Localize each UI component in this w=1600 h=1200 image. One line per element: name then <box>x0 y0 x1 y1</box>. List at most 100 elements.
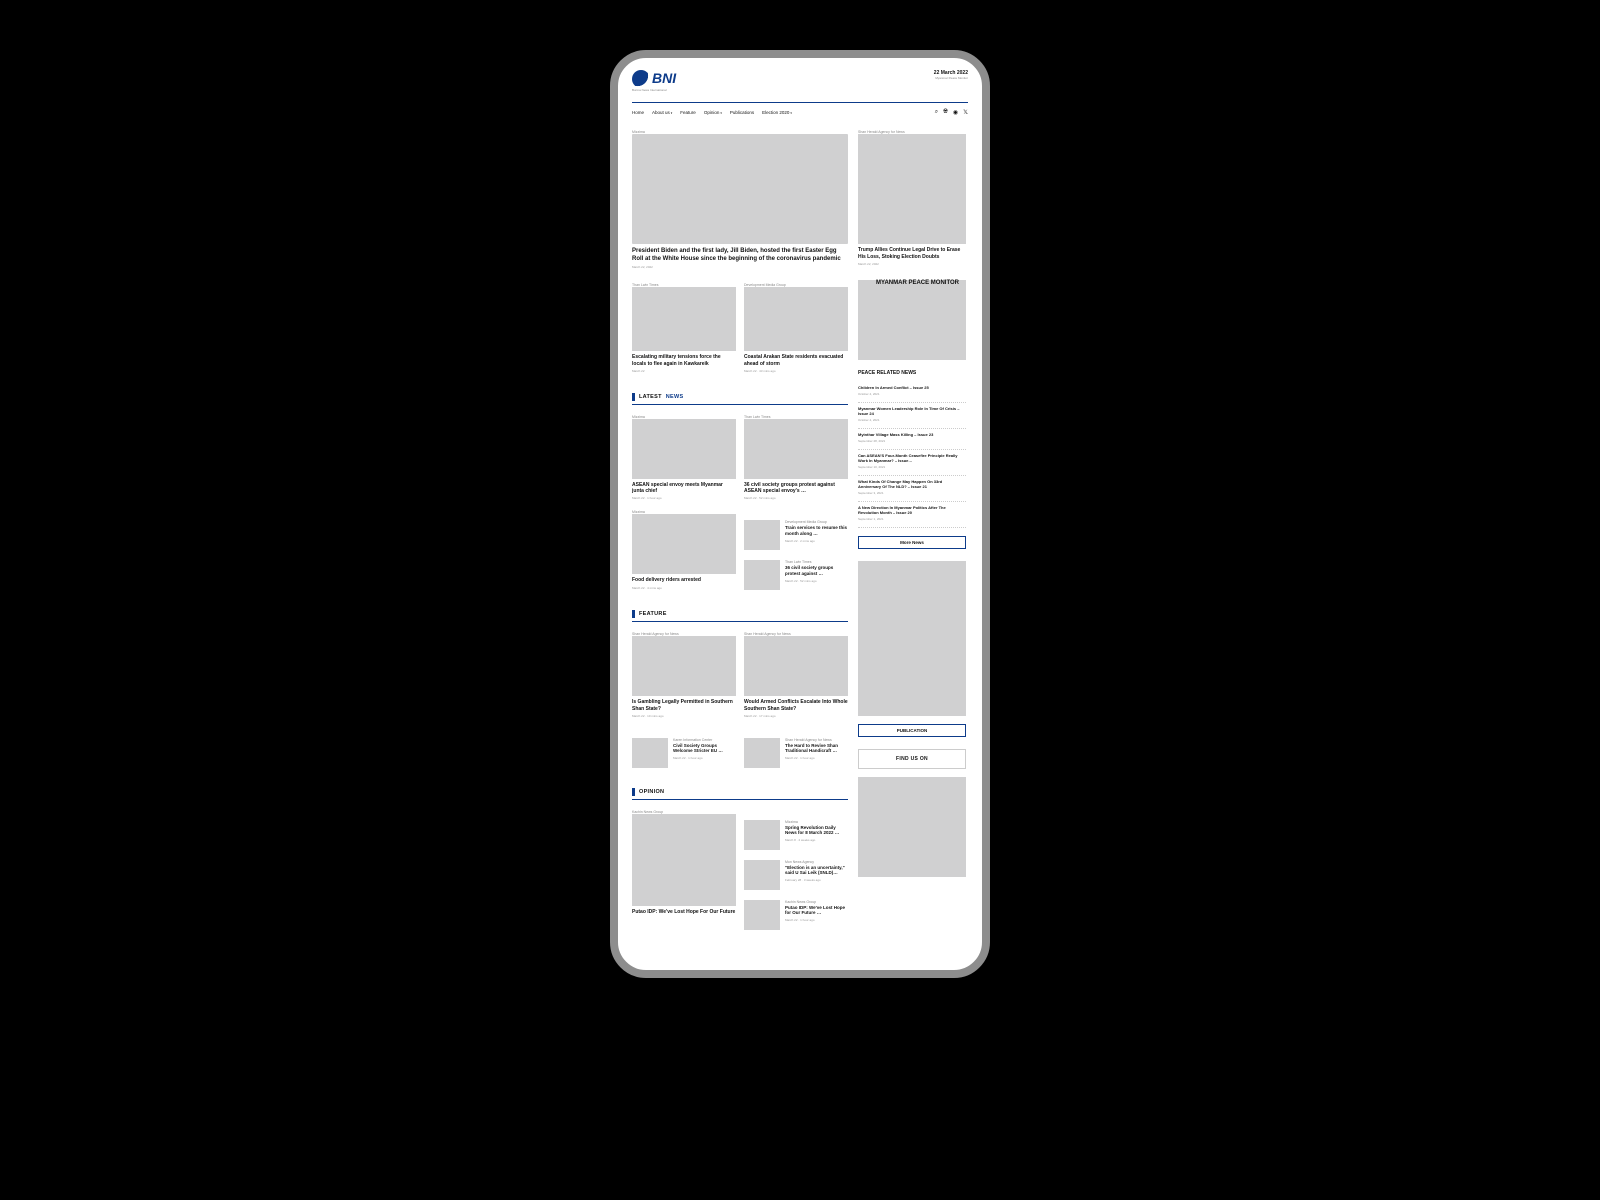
twitter-icon[interactable]: 𝕏 <box>963 109 968 116</box>
opinion-hero[interactable]: Kachin News Group Putao IDP: We've Lost … <box>632 810 736 930</box>
article-title[interactable]: Spring Revolution Daily News for 8 March… <box>785 825 848 836</box>
article-title[interactable]: Civil Society Groups Welcome Stricter EU… <box>673 743 736 754</box>
section-rule <box>632 404 848 405</box>
list-item[interactable]: Children In Armed Conflict – Issue 25Oct… <box>858 382 966 403</box>
article-image <box>632 514 736 574</box>
nav-opinion[interactable]: Opinion▾ <box>704 110 722 115</box>
nav-icons: ⌕ 🌐︎ ◉ 𝕏 <box>935 109 968 116</box>
article-title[interactable]: ASEAN special envoy meets Myanmar junta … <box>632 482 736 495</box>
article-title[interactable]: Would Armed Conflicts Escalate Into Whol… <box>744 699 848 712</box>
article-source: Than Lwin Times <box>785 560 848 564</box>
list-item[interactable]: Development Media Group Train services t… <box>744 520 848 550</box>
article-title[interactable]: "Election is an uncertainty," said U Sai… <box>785 865 848 876</box>
sidebar-monitor-banner[interactable]: MYANMAR PEACE MONITOR <box>858 280 966 360</box>
list-item[interactable]: Myanmar Women Leadership Role In Time Of… <box>858 403 966 429</box>
article-card[interactable]: Shan Herald Agency for News Is Gambling … <box>632 632 736 718</box>
article-meta: March 22 · 52 mins ago <box>785 579 848 583</box>
article-title[interactable]: The Hard to Revive Shan Traditional Hand… <box>785 743 848 754</box>
search-icon[interactable]: ⌕ <box>935 109 938 116</box>
article-title[interactable]: Train services to resume this month alon… <box>785 525 848 536</box>
list-item[interactable]: A New Direction In Myanmar Politics Afte… <box>858 502 966 528</box>
article-title[interactable]: 36 civil society groups protest against … <box>785 565 848 576</box>
date-sub: Myanmar Peace Monitor <box>934 76 968 80</box>
latest-row-2: Mizzima Food delivery riders arrested Ma… <box>632 510 848 590</box>
list-item[interactable]: Shan Herald Agency for News The Hard to … <box>744 728 848 768</box>
date-block: 22 March 2022 Myanmar Peace Monitor <box>934 70 968 80</box>
nav-about[interactable]: About us▾ <box>652 110 672 115</box>
article-title[interactable]: Is Gambling Legally Permitted in Souther… <box>632 699 736 712</box>
article-meta: March 22 · 1 hour ago <box>785 756 848 760</box>
chevron-down-icon: ▾ <box>790 111 792 115</box>
list-item[interactable]: Myinthar Village Mass Killing – Issue 23… <box>858 429 966 450</box>
article-title[interactable]: President Biden and the first lady, Jill… <box>632 248 848 263</box>
thumb <box>744 860 780 890</box>
article-image <box>744 287 848 351</box>
hero-big[interactable]: Mizzima President Biden and the first la… <box>632 130 848 269</box>
find-us-on: FIND US ON <box>858 749 966 769</box>
list-item[interactable]: Can ASEAN'S Four-Month Ceasefire Princip… <box>858 450 966 476</box>
list-item[interactable]: What Kinds Of Change May Happen On 33rd … <box>858 476 966 502</box>
facebook-icon[interactable]: ◉ <box>953 109 958 116</box>
peace-news-list: Children In Armed Conflict – Issue 25Oct… <box>858 382 966 528</box>
main-column: Mizzima President Biden and the first la… <box>632 130 848 930</box>
nav-feature[interactable]: Feature <box>680 110 696 115</box>
thumb <box>744 738 780 768</box>
article-card[interactable]: Development Media Group Coastal Arakan S… <box>744 283 848 373</box>
article-title[interactable]: 36 civil society groups protest against … <box>744 482 848 495</box>
logo[interactable]: BNI <box>632 70 676 86</box>
nav-publications[interactable]: Publications <box>730 110 754 115</box>
chevron-down-icon: ▾ <box>720 111 722 115</box>
article-meta: February 28 · 3 weeks ago <box>785 878 848 882</box>
article-card[interactable]: Than Lwin Times 36 civil society groups … <box>744 415 848 501</box>
nav-election[interactable]: Election 2020▾ <box>762 110 792 115</box>
article-card[interactable]: Than Lwin Times Escalating military tens… <box>632 283 736 373</box>
list-item[interactable]: Kachin News Group Putao IDP: We've Lost … <box>744 900 848 930</box>
nav: Home About us▾ Feature Opinion▾ Publicat… <box>632 109 968 116</box>
sidebar-hero-image[interactable] <box>858 134 966 244</box>
article-card[interactable]: Mizzima Food delivery riders arrested Ma… <box>632 510 736 590</box>
article-image <box>632 287 736 351</box>
monitor-title: MYANMAR PEACE MONITOR <box>858 280 966 288</box>
article-image <box>744 419 848 479</box>
nav-links: Home About us▾ Feature Opinion▾ Publicat… <box>632 110 792 115</box>
article-card[interactable]: Shan Herald Agency for News Would Armed … <box>744 632 848 718</box>
header: BNI Burma News International 22 March 20… <box>632 70 968 92</box>
section-latest-head: LATEST NEWS <box>632 393 848 401</box>
layout: Mizzima President Biden and the first la… <box>632 130 968 930</box>
thumb <box>744 520 780 550</box>
more-news-button[interactable]: More News <box>858 536 966 549</box>
article-card[interactable]: Mizzima ASEAN special envoy meets Myanma… <box>632 415 736 501</box>
article-title[interactable]: Trump Allies Continue Legal Drive to Era… <box>858 247 966 260</box>
section-feature-head: FEATURE <box>632 610 848 618</box>
section-rule <box>632 799 848 800</box>
globe-icon[interactable]: 🌐︎ <box>943 109 948 116</box>
article-title[interactable]: Putao IDP: We've Lost Hope for Our Futur… <box>785 905 848 916</box>
article-source: Mon News Agency <box>785 860 848 864</box>
nav-home[interactable]: Home <box>632 110 644 115</box>
publication-button[interactable]: PUBLICATION <box>858 724 966 737</box>
row-two: Than Lwin Times Escalating military tens… <box>632 283 848 373</box>
list-item[interactable]: Mizzima Spring Revolution Daily News for… <box>744 820 848 850</box>
list-item[interactable]: Than Lwin Times 36 civil society groups … <box>744 560 848 590</box>
section-rule <box>632 621 848 622</box>
thumb <box>744 900 780 930</box>
article-source: Development Media Group <box>785 520 848 524</box>
article-title[interactable]: Escalating military tensions force the l… <box>632 354 736 367</box>
list-item[interactable]: Mon News Agency "Election is an uncertai… <box>744 860 848 890</box>
section-opinion-head: OPINION <box>632 788 848 796</box>
logo-block[interactable]: BNI Burma News International <box>632 70 676 92</box>
sidebar-ad-box[interactable] <box>858 561 966 716</box>
sidebar-social-box[interactable] <box>858 777 966 877</box>
thumb <box>632 738 668 768</box>
article-meta: March 22 · 1 hour ago <box>673 756 736 760</box>
article-title[interactable]: Coastal Arakan State residents evacuated… <box>744 354 848 367</box>
article-title[interactable]: Putao IDP: We've Lost Hope For Our Futur… <box>632 909 736 915</box>
article-image <box>632 814 736 906</box>
chevron-down-icon: ▾ <box>671 111 673 115</box>
article-meta: March 22 · 4 mins ago <box>632 586 736 590</box>
article-title[interactable]: Food delivery riders arrested <box>632 577 736 583</box>
list-item[interactable]: Karen Information Center Civil Society G… <box>632 728 736 768</box>
article-image <box>744 636 848 696</box>
latest-row: Mizzima ASEAN special envoy meets Myanma… <box>632 415 848 501</box>
latest-side-list: Development Media Group Train services t… <box>744 510 848 590</box>
